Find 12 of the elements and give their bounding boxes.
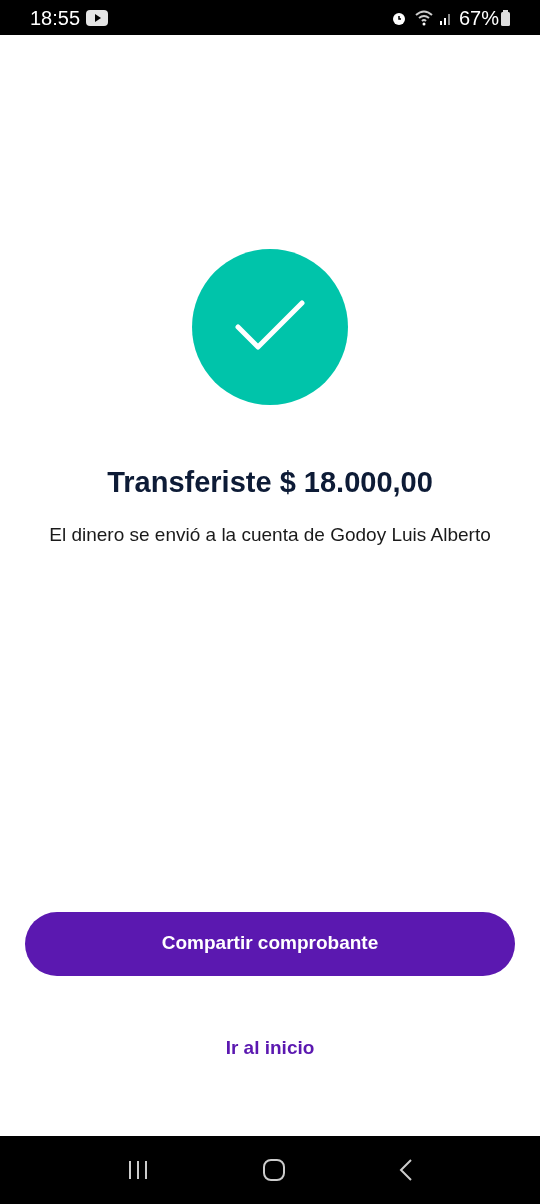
share-receipt-button[interactable]: Compartir comprobante [25,911,515,976]
recent-apps-icon[interactable] [126,1160,149,1180]
success-title: Transferiste $ 18.000,00 [107,465,433,499]
status-time: 18:55 [30,5,81,31]
success-message: El dinero se envió a la cuenta de Godoy Luis Alberto [48,523,492,547]
home-link[interactable]: Ir al inicio [225,1033,315,1062]
home-icon[interactable] [262,1158,286,1182]
video-icon [86,9,109,26]
checkmark-icon [192,249,348,405]
battery-level: 67% [458,5,499,31]
back-icon[interactable] [399,1158,414,1182]
battery-icon [501,9,510,26]
